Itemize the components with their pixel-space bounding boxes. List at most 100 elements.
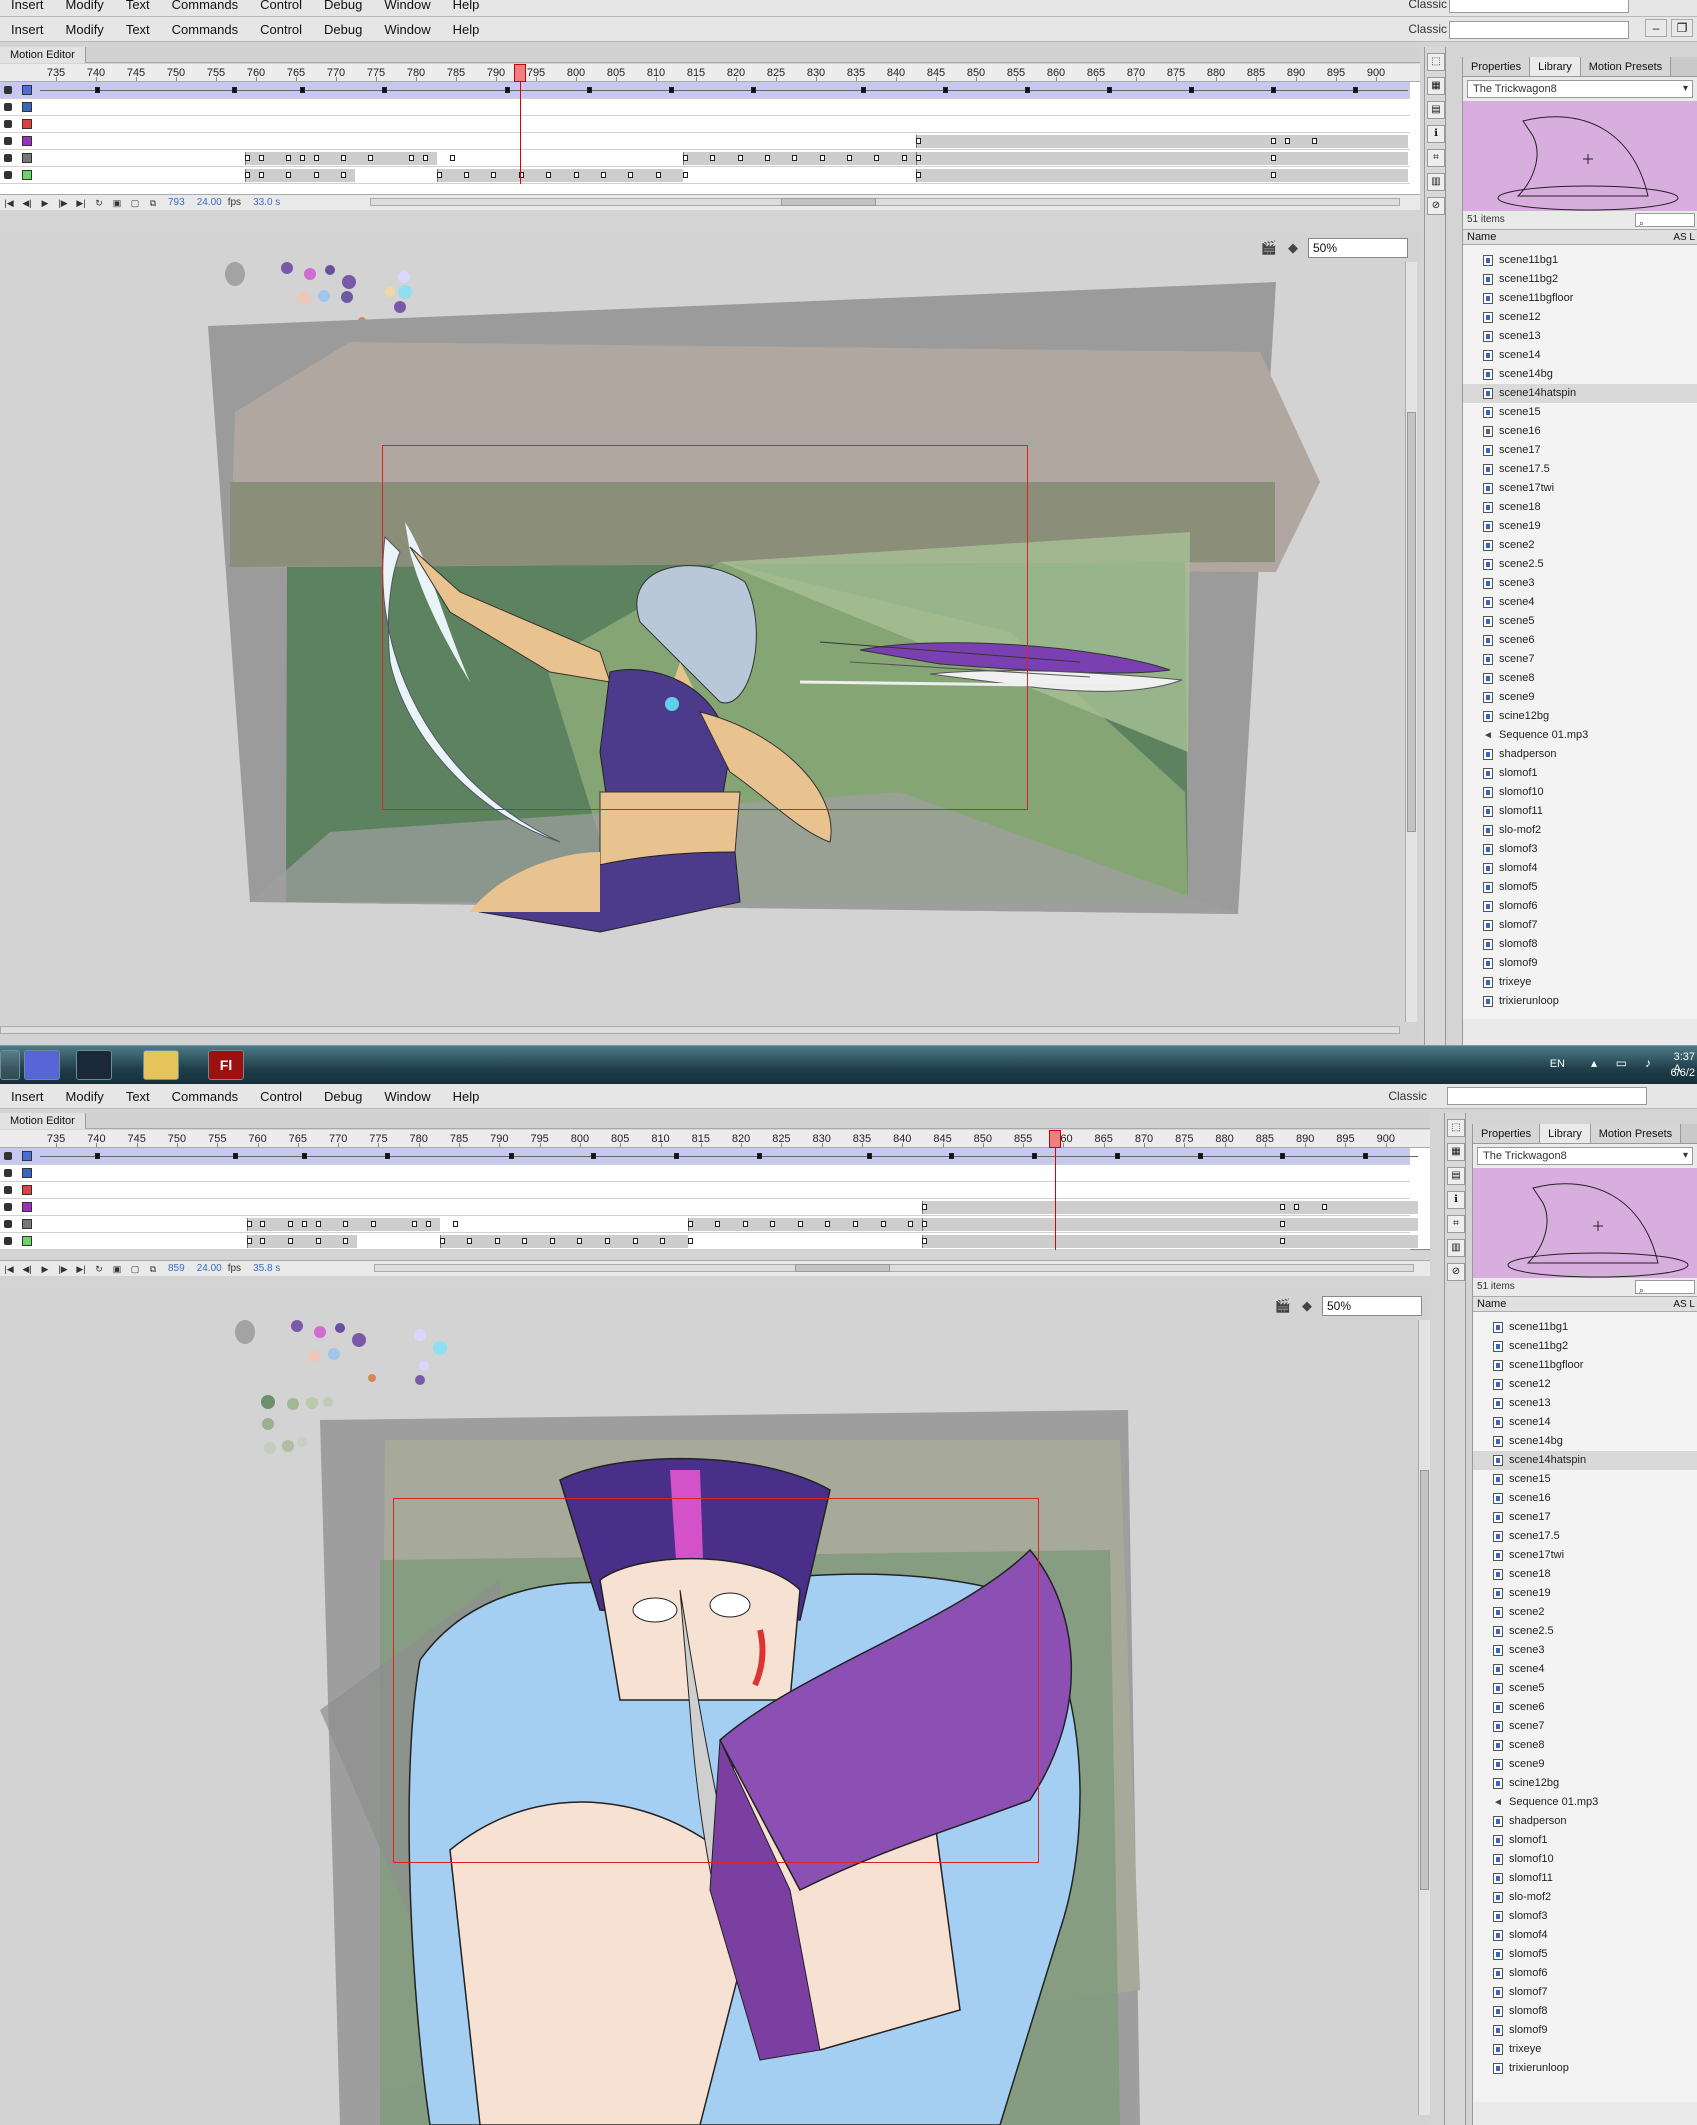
steam-icon[interactable] xyxy=(76,1050,112,1080)
menu-item-commands[interactable]: Commands xyxy=(161,1089,249,1104)
keyframe[interactable] xyxy=(1321,1204,1327,1210)
tab-library[interactable]: Library xyxy=(1540,1124,1591,1143)
library-document-select[interactable]: The Trickwagon8 xyxy=(1477,1147,1693,1165)
library-item[interactable]: slomof9 xyxy=(1463,954,1697,973)
library-item[interactable]: scene3 xyxy=(1463,574,1697,593)
keyframe[interactable] xyxy=(1280,1221,1286,1227)
frame-rate[interactable]: 24.00 xyxy=(197,197,222,208)
layer-row[interactable] xyxy=(0,99,1410,116)
keyframe[interactable] xyxy=(301,1153,307,1159)
keyframe[interactable] xyxy=(682,155,688,161)
keyframe[interactable] xyxy=(880,1221,886,1227)
keyframe[interactable] xyxy=(286,155,292,161)
lock-icon[interactable] xyxy=(4,86,12,94)
keyframe[interactable] xyxy=(231,87,237,93)
layer-color-swatch[interactable] xyxy=(22,1219,32,1229)
keyframe[interactable] xyxy=(313,155,319,161)
library-column-header[interactable]: Name AS L xyxy=(1463,229,1697,245)
keyframe[interactable] xyxy=(874,155,880,161)
keyframe[interactable] xyxy=(315,1238,321,1244)
language-indicator[interactable]: EN xyxy=(1550,1058,1565,1070)
layer-row[interactable] xyxy=(0,116,1410,133)
library-item[interactable]: slomof4 xyxy=(1473,1926,1697,1945)
components-panel-icon[interactable]: ▥ xyxy=(1447,1239,1465,1257)
keyframe[interactable] xyxy=(95,1153,101,1159)
keyframe[interactable] xyxy=(494,1238,500,1244)
components-panel-icon[interactable]: ▥ xyxy=(1427,173,1445,191)
library-item[interactable]: scene13 xyxy=(1463,327,1697,346)
keyframe[interactable] xyxy=(942,87,948,93)
layer-color-swatch[interactable] xyxy=(22,1151,32,1161)
library-item[interactable]: slomof5 xyxy=(1473,1945,1697,1964)
menu-item-control[interactable]: Control xyxy=(249,1089,313,1104)
menu-item-insert[interactable]: Insert xyxy=(0,0,55,12)
library-item[interactable]: scene14bg xyxy=(1473,1432,1697,1451)
align-panel-icon[interactable]: ⬚ xyxy=(1447,1119,1465,1137)
keyframe[interactable] xyxy=(687,1221,693,1227)
current-frame[interactable]: 793 xyxy=(168,197,185,208)
keyframe[interactable] xyxy=(915,155,921,161)
layer-color-swatch[interactable] xyxy=(22,1236,32,1246)
keyframe[interactable] xyxy=(313,172,319,178)
library-item[interactable]: scene8 xyxy=(1473,1736,1697,1755)
lock-icon[interactable] xyxy=(4,1152,12,1160)
tray-arrow-icon[interactable]: ▴ xyxy=(1591,1056,1597,1070)
swatches-panel-icon[interactable]: ▤ xyxy=(1427,101,1445,119)
library-item[interactable]: slo-mof2 xyxy=(1473,1888,1697,1907)
column-as-linkage[interactable]: AS L xyxy=(1673,230,1695,245)
library-item[interactable]: slo-mof2 xyxy=(1463,821,1697,840)
layer-frames[interactable] xyxy=(40,1148,1418,1165)
first-frame-icon[interactable]: |◀ xyxy=(3,1264,15,1274)
menu-item-debug[interactable]: Debug xyxy=(313,22,373,37)
library-item[interactable]: trixeye xyxy=(1463,973,1697,992)
lock-icon[interactable] xyxy=(4,1237,12,1245)
edit-multiple-icon[interactable]: ⧉ xyxy=(147,198,159,208)
keyframe[interactable] xyxy=(436,172,442,178)
library-item[interactable]: slomof6 xyxy=(1473,1964,1697,1983)
keyframe[interactable] xyxy=(1189,87,1195,93)
menu-item-commands[interactable]: Commands xyxy=(161,0,249,12)
lock-icon[interactable] xyxy=(4,103,12,111)
keyframe[interactable] xyxy=(409,155,415,161)
library-item[interactable]: slomof3 xyxy=(1473,1907,1697,1926)
library-item[interactable]: trixierunloop xyxy=(1473,2059,1697,2078)
column-name[interactable]: Name xyxy=(1477,1298,1506,1310)
library-search-input[interactable]: ⌕ xyxy=(1635,1280,1695,1295)
menu-item-debug[interactable]: Debug xyxy=(313,0,373,12)
library-item[interactable]: scene2.5 xyxy=(1463,555,1697,574)
keyframe[interactable] xyxy=(792,155,798,161)
keyframe[interactable] xyxy=(825,1221,831,1227)
layer-row[interactable] xyxy=(0,1216,1418,1233)
library-item[interactable]: slomof5 xyxy=(1463,878,1697,897)
library-item[interactable]: slomof4 xyxy=(1463,859,1697,878)
clock-date[interactable]: 6/6/2 xyxy=(1671,1067,1695,1079)
column-name[interactable]: Name xyxy=(1467,231,1496,243)
library-item[interactable]: scene17 xyxy=(1473,1508,1697,1527)
prev-frame-icon[interactable]: ◀| xyxy=(21,198,33,208)
workspace-switcher[interactable]: Classic xyxy=(1408,22,1447,36)
keyframe[interactable] xyxy=(245,155,251,161)
keyframe[interactable] xyxy=(1280,1238,1286,1244)
current-frame[interactable]: 859 xyxy=(168,1263,185,1274)
stage-horizontal-scrollbar[interactable] xyxy=(0,1026,1400,1034)
library-item[interactable]: scene15 xyxy=(1463,403,1697,422)
layer-row[interactable] xyxy=(0,82,1410,99)
layer-color-swatch[interactable] xyxy=(22,1185,32,1195)
library-item[interactable]: scene11bg1 xyxy=(1463,251,1697,270)
menu-item-window[interactable]: Window xyxy=(373,0,441,12)
menu-item-modify[interactable]: Modify xyxy=(55,22,115,37)
minimize-icon[interactable]: – xyxy=(1645,19,1667,37)
layer-frames[interactable] xyxy=(40,116,1410,133)
layer-frames[interactable] xyxy=(40,133,1410,150)
library-item[interactable]: scene16 xyxy=(1473,1489,1697,1508)
keyframe[interactable] xyxy=(765,155,771,161)
library-item[interactable]: trixeye xyxy=(1473,2040,1697,2059)
menu-item-text[interactable]: Text xyxy=(115,1089,161,1104)
layer-frames[interactable] xyxy=(40,1216,1418,1233)
keyframe[interactable] xyxy=(299,87,305,93)
library-item[interactable]: slomof7 xyxy=(1473,1983,1697,2002)
keyframe[interactable] xyxy=(742,1221,748,1227)
keyframe[interactable] xyxy=(921,1238,927,1244)
timeline-scrollbar[interactable] xyxy=(374,1264,1414,1272)
tab-properties[interactable]: Properties xyxy=(1463,57,1531,76)
